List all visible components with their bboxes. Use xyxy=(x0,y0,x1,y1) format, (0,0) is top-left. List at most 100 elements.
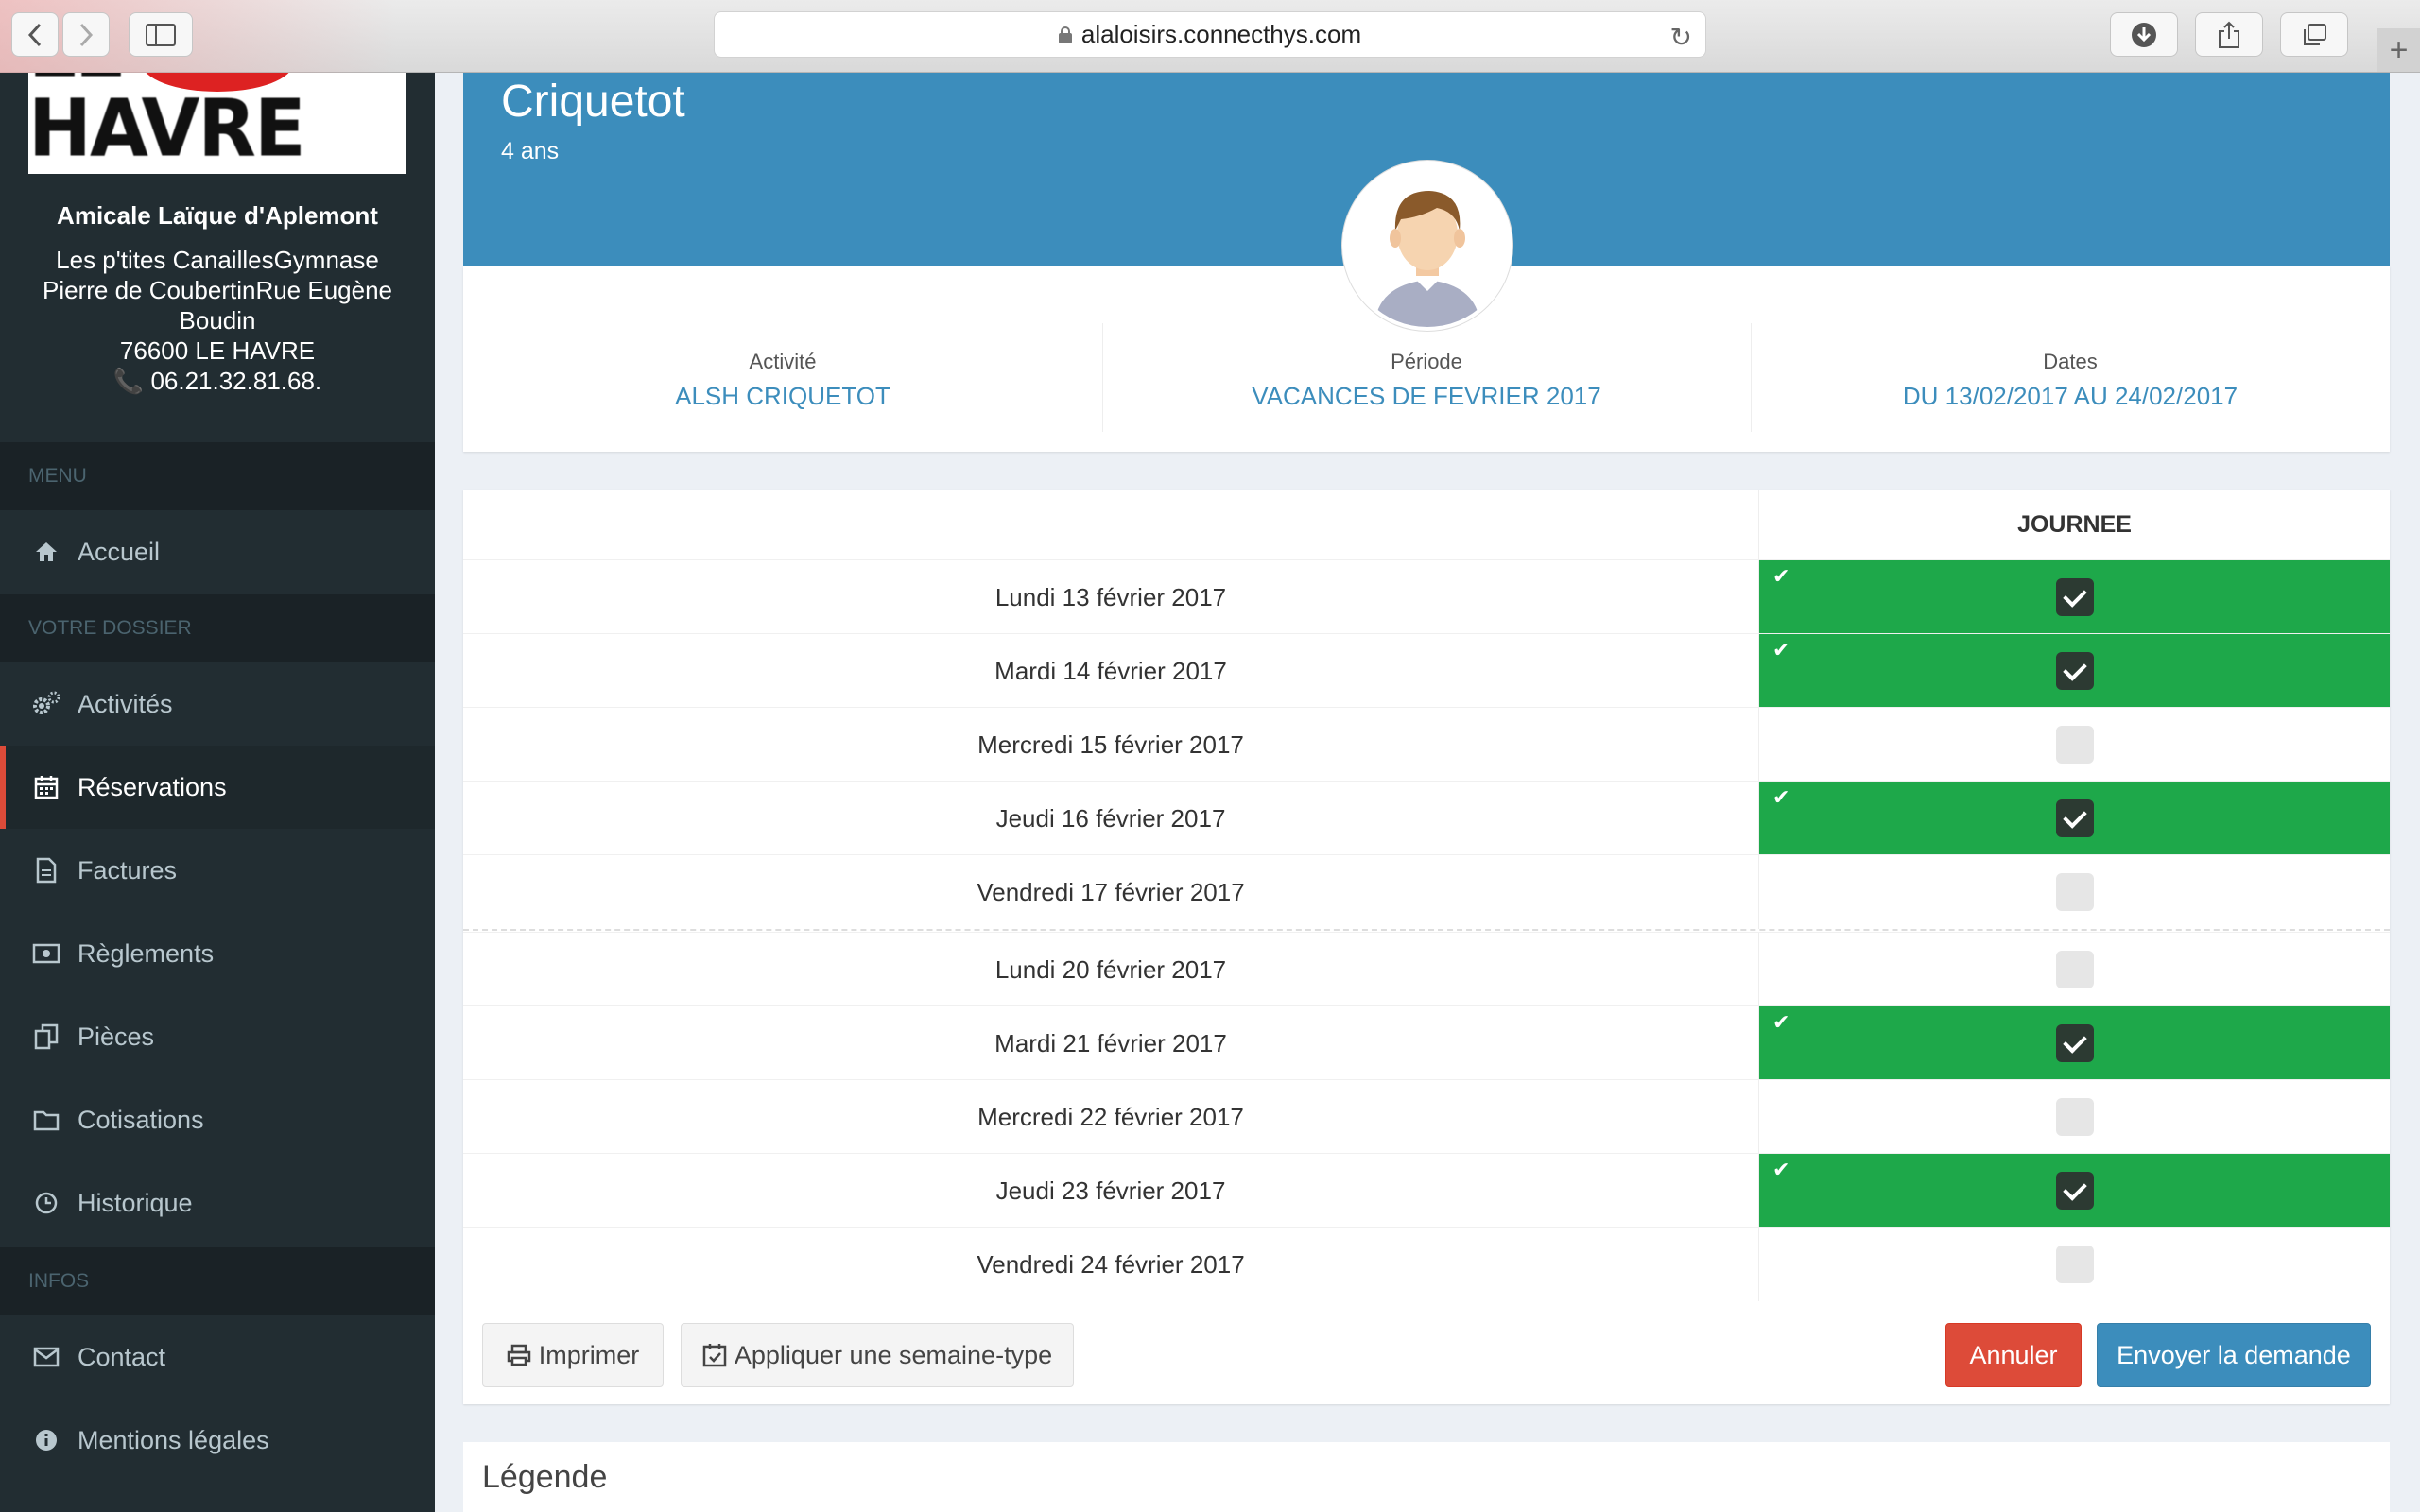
phone-number: 06.21.32.81.68. xyxy=(150,367,322,395)
send-request-button[interactable]: Envoyer la demande xyxy=(2097,1323,2371,1387)
table-row: Jeudi 23 février 2017 ✔ xyxy=(463,1153,2390,1228)
day-checkbox[interactable] xyxy=(2056,1098,2094,1136)
print-icon xyxy=(507,1344,531,1366)
sidebar-item-pieces[interactable]: Pièces xyxy=(0,995,435,1078)
journee-cell[interactable]: ✔ xyxy=(1758,782,2390,855)
sidebar-item-activites[interactable]: Activités xyxy=(0,662,435,746)
day-label: Vendredi 17 février 2017 xyxy=(977,877,1245,906)
envelope-icon xyxy=(32,1343,60,1371)
journee-cell[interactable] xyxy=(1758,1228,2390,1301)
address-line: Les p'tites CanaillesGymnase xyxy=(56,246,379,274)
period-info: Période VACANCES DE FEVRIER 2017 xyxy=(1102,350,1751,411)
chevron-right-icon xyxy=(79,23,94,46)
money-icon xyxy=(32,939,60,968)
tabs-button[interactable] xyxy=(2280,12,2348,57)
address-line: Pierre de CoubertinRue Eugène xyxy=(42,276,393,304)
info-icon xyxy=(32,1426,60,1454)
journee-cell[interactable] xyxy=(1758,855,2390,929)
sidebar-toggle-button[interactable] xyxy=(129,12,193,57)
share-icon xyxy=(2219,21,2239,48)
browser-toolbar: alaloisirs.connecthys.com ↻ + xyxy=(0,0,2420,73)
day-label: Mardi 21 février 2017 xyxy=(994,1028,1227,1057)
day-checkbox[interactable] xyxy=(2056,1024,2094,1062)
sidebar-item-contact[interactable]: Contact xyxy=(0,1315,435,1399)
sidebar-icon xyxy=(146,23,176,46)
dates-info: Dates DU 13/02/2017 AU 24/02/2017 xyxy=(1751,350,2390,411)
sidebar-item-historique[interactable]: Historique xyxy=(0,1161,435,1245)
journee-cell[interactable] xyxy=(1758,708,2390,782)
journee-cell[interactable]: ✔ xyxy=(1758,560,2390,634)
period-value: VACANCES DE FEVRIER 2017 xyxy=(1252,382,1601,410)
journee-cell[interactable] xyxy=(1758,1080,2390,1154)
day-label: Jeudi 16 février 2017 xyxy=(995,803,1226,833)
day-checkbox[interactable] xyxy=(2056,873,2094,911)
sidebar-item-reglements[interactable]: Règlements xyxy=(0,912,435,995)
apply-week-label: Appliquer une semaine-type xyxy=(734,1340,1053,1369)
section-infos: INFOS xyxy=(0,1247,435,1315)
download-icon xyxy=(2132,22,2156,47)
reserved-check-icon: ✔ xyxy=(1772,564,1790,588)
reservation-table: JOURNEE Lundi 13 février 2017 ✔ Mardi 14 f… xyxy=(463,490,2390,1404)
sidebar-item-label: Règlements xyxy=(78,938,215,968)
sidebar-item-label: Activités xyxy=(78,689,173,718)
logo: LE HAVRE xyxy=(28,73,406,174)
reserved-check-icon: ✔ xyxy=(1772,785,1790,809)
journee-cell[interactable]: ✔ xyxy=(1758,1154,2390,1228)
day-checkbox[interactable] xyxy=(2056,578,2094,616)
sidebar-item-label: Pièces xyxy=(78,1022,155,1051)
sidebar-item-label: Contact xyxy=(78,1342,166,1371)
sidebar-item-label: Réservations xyxy=(78,772,227,801)
journee-cell[interactable]: ✔ xyxy=(1758,1006,2390,1080)
journee-cell[interactable] xyxy=(1758,933,2390,1006)
table-row: Mercredi 22 février 2017 xyxy=(463,1079,2390,1154)
table-row: Mardi 21 février 2017 ✔ xyxy=(463,1005,2390,1080)
day-label: Lundi 13 février 2017 xyxy=(994,582,1227,611)
sidebar-item-mentions[interactable]: Mentions légales xyxy=(0,1399,435,1482)
apply-week-template-button[interactable]: Appliquer une semaine-type xyxy=(681,1323,1074,1387)
day-checkbox[interactable] xyxy=(2056,951,2094,988)
back-button[interactable] xyxy=(11,12,59,57)
day-checkbox[interactable] xyxy=(2056,799,2094,837)
day-label: Mercredi 22 février 2017 xyxy=(977,1102,1244,1131)
sidebar-item-reservations[interactable]: Réservations xyxy=(0,746,435,829)
day-label: Mardi 14 février 2017 xyxy=(994,656,1227,685)
day-checkbox[interactable] xyxy=(2056,1172,2094,1210)
folder-icon xyxy=(32,1106,60,1134)
address-bar[interactable]: alaloisirs.connecthys.com ↻ xyxy=(714,11,1706,58)
day-label: Vendredi 24 février 2017 xyxy=(977,1249,1245,1279)
child-age: 4 ans xyxy=(501,138,560,164)
sidebar-item-factures[interactable]: Factures xyxy=(0,829,435,912)
avatar xyxy=(1342,161,1512,331)
lock-icon xyxy=(1058,26,1072,43)
downloads-button[interactable] xyxy=(2110,12,2178,57)
section-dossier: VOTRE DOSSIER xyxy=(0,594,435,662)
child-name: Criquetot xyxy=(501,77,685,127)
org-phone: 📞 06.21.32.81.68. xyxy=(38,366,397,396)
file-icon xyxy=(32,856,60,885)
sidebar-item-accueil[interactable]: Accueil xyxy=(0,510,435,593)
sidebar-item-label: Accueil xyxy=(78,537,161,566)
table-row: Vendredi 17 février 2017 xyxy=(463,854,2390,929)
journee-cell[interactable]: ✔ xyxy=(1758,634,2390,708)
cancel-button[interactable]: Annuler xyxy=(1945,1323,2082,1387)
table-row: Mercredi 15 février 2017 xyxy=(463,707,2390,782)
forward-button[interactable] xyxy=(62,12,110,57)
sidebar-item-label: Historique xyxy=(78,1188,193,1217)
column-header-journee: JOURNEE xyxy=(1758,490,2390,559)
copy-icon xyxy=(32,1022,60,1051)
table-row: Jeudi 16 février 2017 ✔ xyxy=(463,781,2390,855)
table-row: Vendredi 24 février 2017 xyxy=(463,1227,2390,1301)
period-label: Période xyxy=(1391,350,1462,373)
day-checkbox[interactable] xyxy=(2056,726,2094,764)
sidebar-item-cotisations[interactable]: Cotisations xyxy=(0,1078,435,1161)
print-button[interactable]: Imprimer xyxy=(482,1323,664,1387)
day-checkbox[interactable] xyxy=(2056,652,2094,690)
sidebar-item-label: Mentions légales xyxy=(78,1425,269,1454)
activity-info: Activité ALSH CRIQUETOT xyxy=(463,350,1102,411)
gears-icon xyxy=(32,690,60,718)
day-checkbox[interactable] xyxy=(2056,1246,2094,1283)
share-button[interactable] xyxy=(2195,12,2263,57)
new-tab-button[interactable]: + xyxy=(2377,28,2420,72)
reload-icon[interactable]: ↻ xyxy=(1670,22,1692,53)
reserved-check-icon: ✔ xyxy=(1772,1158,1790,1181)
